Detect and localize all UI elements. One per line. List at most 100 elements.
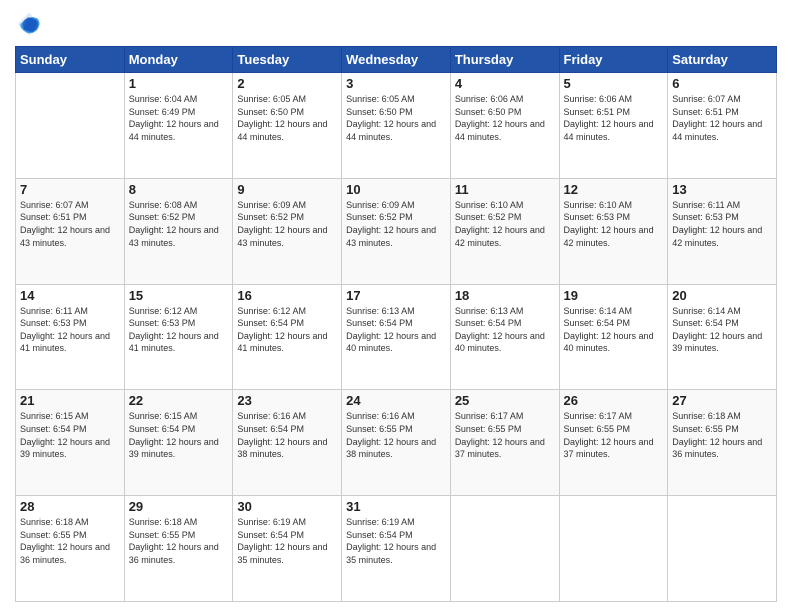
calendar-table: SundayMondayTuesdayWednesdayThursdayFrid… xyxy=(15,46,777,602)
calendar-week-row: 1Sunrise: 6:04 AMSunset: 6:49 PMDaylight… xyxy=(16,73,777,179)
calendar-day-cell: 9 Sunrise: 6:09 AMSunset: 6:52 PMDaylight… xyxy=(233,178,342,284)
day-info: Sunrise: 6:17 AMSunset: 6:55 PMDaylight:… xyxy=(564,410,664,460)
calendar-day-cell: 7Sunrise: 6:07 AMSunset: 6:51 PMDaylight… xyxy=(16,178,125,284)
calendar-day-cell: 19Sunrise: 6:14 AMSunset: 6:54 PMDayligh… xyxy=(559,284,668,390)
calendar-day-cell: 20 Sunrise: 6:14 AMSunset: 6:54 PMDayligh… xyxy=(668,284,777,390)
day-number: 23 xyxy=(237,393,337,408)
calendar-day-cell: 2Sunrise: 6:05 AMSunset: 6:50 PMDaylight… xyxy=(233,73,342,179)
calendar-day-cell: 25 Sunrise: 6:17 AMSunset: 6:55 PMDayligh… xyxy=(450,390,559,496)
calendar-day-header: Saturday xyxy=(668,47,777,73)
calendar-day-cell: 6 Sunrise: 6:07 AMSunset: 6:51 PMDaylight… xyxy=(668,73,777,179)
calendar-day-cell: 8 Sunrise: 6:08 AMSunset: 6:52 PMDaylight… xyxy=(124,178,233,284)
calendar-day-cell: 17Sunrise: 6:13 AMSunset: 6:54 PMDayligh… xyxy=(342,284,451,390)
day-info: Sunrise: 6:05 AMSunset: 6:50 PMDaylight:… xyxy=(237,93,337,143)
calendar-day-cell xyxy=(16,73,125,179)
page: SundayMondayTuesdayWednesdayThursdayFrid… xyxy=(0,0,792,612)
day-number: 3 xyxy=(346,76,446,91)
calendar-day-cell: 28Sunrise: 6:18 AMSunset: 6:55 PMDayligh… xyxy=(16,496,125,602)
day-info: Sunrise: 6:06 AMSunset: 6:50 PMDaylight:… xyxy=(455,93,555,143)
day-info: Sunrise: 6:12 AMSunset: 6:53 PMDaylight:… xyxy=(129,305,229,355)
calendar-day-cell xyxy=(559,496,668,602)
day-number: 30 xyxy=(237,499,337,514)
day-info: Sunrise: 6:07 AMSunset: 6:51 PMDaylight:… xyxy=(672,93,772,143)
day-number: 13 xyxy=(672,182,772,197)
day-info: Sunrise: 6:11 AMSunset: 6:53 PMDaylight:… xyxy=(20,305,120,355)
day-number: 24 xyxy=(346,393,446,408)
calendar-day-cell: 16 Sunrise: 6:12 AMSunset: 6:54 PMDayligh… xyxy=(233,284,342,390)
calendar-day-cell: 23 Sunrise: 6:16 AMSunset: 6:54 PMDayligh… xyxy=(233,390,342,496)
calendar-day-cell: 10 Sunrise: 6:09 AMSunset: 6:52 PMDayligh… xyxy=(342,178,451,284)
day-info: Sunrise: 6:11 AMSunset: 6:53 PMDaylight:… xyxy=(672,199,772,249)
calendar-day-cell: 15 Sunrise: 6:12 AMSunset: 6:53 PMDayligh… xyxy=(124,284,233,390)
day-number: 4 xyxy=(455,76,555,91)
day-info: Sunrise: 6:09 AMSunset: 6:52 PMDaylight:… xyxy=(346,199,446,249)
calendar-day-header: Monday xyxy=(124,47,233,73)
calendar-day-cell: 18 Sunrise: 6:13 AMSunset: 6:54 PMDayligh… xyxy=(450,284,559,390)
calendar-day-cell: 11 Sunrise: 6:10 AMSunset: 6:52 PMDayligh… xyxy=(450,178,559,284)
day-info: Sunrise: 6:16 AMSunset: 6:54 PMDaylight:… xyxy=(237,410,337,460)
calendar-week-row: 21 Sunrise: 6:15 AMSunset: 6:54 PMDayligh… xyxy=(16,390,777,496)
calendar-day-cell: 24Sunrise: 6:16 AMSunset: 6:55 PMDayligh… xyxy=(342,390,451,496)
calendar-day-cell: 4 Sunrise: 6:06 AMSunset: 6:50 PMDaylight… xyxy=(450,73,559,179)
calendar-week-row: 7Sunrise: 6:07 AMSunset: 6:51 PMDaylight… xyxy=(16,178,777,284)
day-number: 5 xyxy=(564,76,664,91)
calendar-day-header: Tuesday xyxy=(233,47,342,73)
day-number: 27 xyxy=(672,393,772,408)
day-info: Sunrise: 6:10 AMSunset: 6:52 PMDaylight:… xyxy=(455,199,555,249)
day-number: 22 xyxy=(129,393,229,408)
day-number: 6 xyxy=(672,76,772,91)
calendar-day-header: Friday xyxy=(559,47,668,73)
calendar-day-cell: 21Sunrise: 6:15 AMSunset: 6:54 PMDayligh… xyxy=(16,390,125,496)
day-number: 10 xyxy=(346,182,446,197)
day-info: Sunrise: 6:18 AMSunset: 6:55 PMDaylight:… xyxy=(672,410,772,460)
day-number: 18 xyxy=(455,288,555,303)
day-number: 26 xyxy=(564,393,664,408)
day-number: 12 xyxy=(564,182,664,197)
calendar-day-cell: 3 Sunrise: 6:05 AMSunset: 6:50 PMDaylight… xyxy=(342,73,451,179)
day-info: Sunrise: 6:13 AMSunset: 6:54 PMDaylight:… xyxy=(346,305,446,355)
day-number: 16 xyxy=(237,288,337,303)
calendar-day-cell: 27 Sunrise: 6:18 AMSunset: 6:55 PMDayligh… xyxy=(668,390,777,496)
calendar-day-cell: 30 Sunrise: 6:19 AMSunset: 6:54 PMDayligh… xyxy=(233,496,342,602)
day-info: Sunrise: 6:17 AMSunset: 6:55 PMDaylight:… xyxy=(455,410,555,460)
calendar-day-header: Sunday xyxy=(16,47,125,73)
day-info: Sunrise: 6:05 AMSunset: 6:50 PMDaylight:… xyxy=(346,93,446,143)
day-number: 31 xyxy=(346,499,446,514)
day-info: Sunrise: 6:19 AMSunset: 6:54 PMDaylight:… xyxy=(237,516,337,566)
day-info: Sunrise: 6:08 AMSunset: 6:52 PMDaylight:… xyxy=(129,199,229,249)
day-number: 8 xyxy=(129,182,229,197)
day-info: Sunrise: 6:10 AMSunset: 6:53 PMDaylight:… xyxy=(564,199,664,249)
day-number: 29 xyxy=(129,499,229,514)
calendar-day-header: Thursday xyxy=(450,47,559,73)
logo xyxy=(15,10,47,38)
day-info: Sunrise: 6:06 AMSunset: 6:51 PMDaylight:… xyxy=(564,93,664,143)
day-info: Sunrise: 6:12 AMSunset: 6:54 PMDaylight:… xyxy=(237,305,337,355)
day-number: 20 xyxy=(672,288,772,303)
calendar-header-row: SundayMondayTuesdayWednesdayThursdayFrid… xyxy=(16,47,777,73)
day-info: Sunrise: 6:07 AMSunset: 6:51 PMDaylight:… xyxy=(20,199,120,249)
calendar-week-row: 14 Sunrise: 6:11 AMSunset: 6:53 PMDayligh… xyxy=(16,284,777,390)
calendar-day-cell: 31Sunrise: 6:19 AMSunset: 6:54 PMDayligh… xyxy=(342,496,451,602)
calendar-day-cell xyxy=(668,496,777,602)
day-number: 15 xyxy=(129,288,229,303)
day-info: Sunrise: 6:15 AMSunset: 6:54 PMDaylight:… xyxy=(129,410,229,460)
day-info: Sunrise: 6:14 AMSunset: 6:54 PMDaylight:… xyxy=(564,305,664,355)
header xyxy=(15,10,777,38)
calendar-day-cell: 1Sunrise: 6:04 AMSunset: 6:49 PMDaylight… xyxy=(124,73,233,179)
day-number: 9 xyxy=(237,182,337,197)
calendar-day-cell xyxy=(450,496,559,602)
calendar-day-cell: 22 Sunrise: 6:15 AMSunset: 6:54 PMDayligh… xyxy=(124,390,233,496)
calendar-day-header: Wednesday xyxy=(342,47,451,73)
calendar-week-row: 28Sunrise: 6:18 AMSunset: 6:55 PMDayligh… xyxy=(16,496,777,602)
day-number: 14 xyxy=(20,288,120,303)
day-info: Sunrise: 6:14 AMSunset: 6:54 PMDaylight:… xyxy=(672,305,772,355)
calendar-day-cell: 5 Sunrise: 6:06 AMSunset: 6:51 PMDaylight… xyxy=(559,73,668,179)
calendar-day-cell: 13 Sunrise: 6:11 AMSunset: 6:53 PMDayligh… xyxy=(668,178,777,284)
day-info: Sunrise: 6:09 AMSunset: 6:52 PMDaylight:… xyxy=(237,199,337,249)
calendar-day-cell: 14 Sunrise: 6:11 AMSunset: 6:53 PMDayligh… xyxy=(16,284,125,390)
day-number: 11 xyxy=(455,182,555,197)
day-info: Sunrise: 6:13 AMSunset: 6:54 PMDaylight:… xyxy=(455,305,555,355)
day-number: 25 xyxy=(455,393,555,408)
day-number: 21 xyxy=(20,393,120,408)
day-number: 28 xyxy=(20,499,120,514)
